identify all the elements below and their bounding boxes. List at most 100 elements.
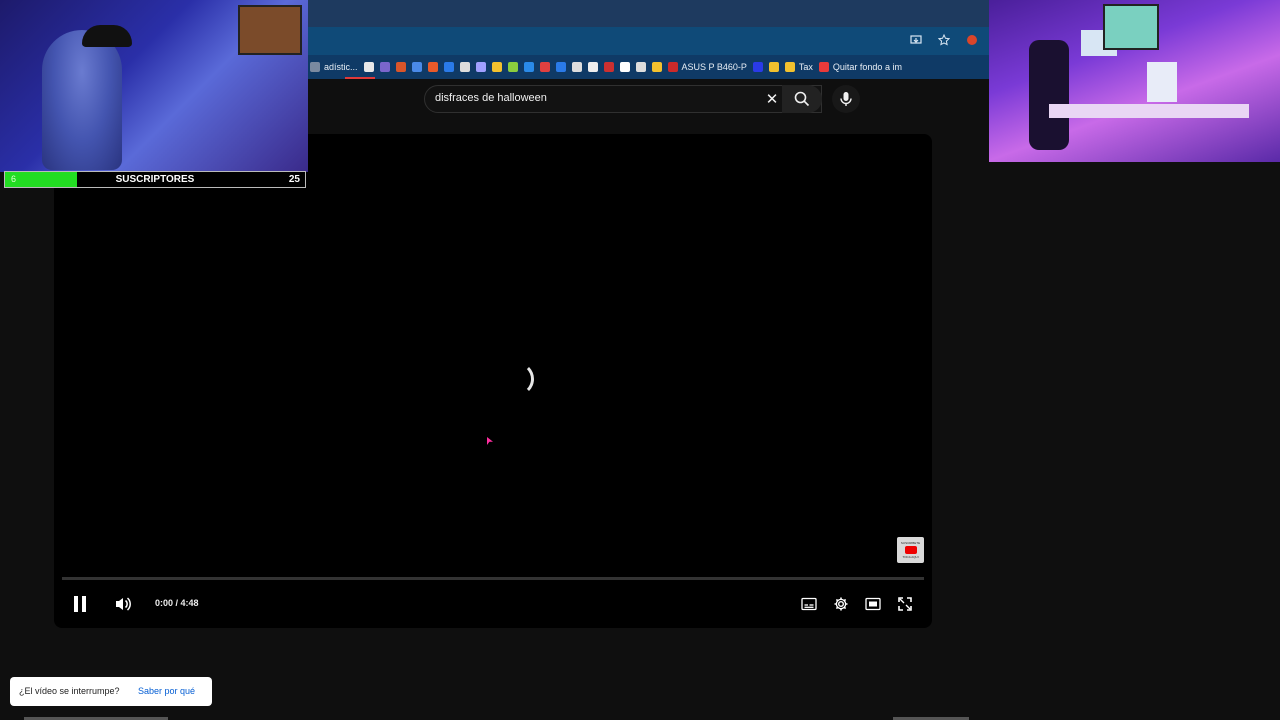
- subscribe-watermark-line1: SUSCRIBETE: [900, 541, 921, 545]
- bookmark-item[interactable]: [539, 62, 550, 72]
- bookmark-item[interactable]: [571, 62, 582, 72]
- settings-button[interactable]: [829, 592, 853, 616]
- bookmark-item[interactable]: [491, 62, 502, 72]
- webcam-screen-right: [1147, 62, 1177, 102]
- info-icon: [459, 62, 470, 72]
- github-icon: [587, 62, 598, 72]
- star-icon: [752, 62, 763, 72]
- bookmark-item[interactable]: [752, 62, 763, 72]
- pin-icon: [539, 62, 550, 72]
- bookmark-label: ASUS P B460-P: [681, 62, 747, 72]
- webcam-overlay-left: [0, 0, 308, 172]
- bookmark-item[interactable]: adístic...: [310, 62, 358, 72]
- bookmark-item[interactable]: [555, 62, 566, 72]
- google-icon: [363, 62, 374, 72]
- bookmark-item[interactable]: [587, 62, 598, 72]
- bookmark-item[interactable]: ASUS P B460-P: [667, 62, 747, 72]
- puzzle-icon: [555, 62, 566, 72]
- subtitles-button[interactable]: [797, 592, 821, 616]
- address-bar-actions: [908, 32, 980, 48]
- wave-icon: [475, 62, 486, 72]
- webcam-chair: [1029, 40, 1069, 150]
- extension-icon[interactable]: [964, 32, 980, 48]
- bookmark-item[interactable]: [651, 62, 662, 72]
- webcam-streamer: [42, 30, 122, 170]
- bookmark-item[interactable]: [395, 62, 406, 72]
- bookmark-item[interactable]: [427, 62, 438, 72]
- theater-mode-button[interactable]: [861, 592, 885, 616]
- binance-icon: [768, 62, 779, 72]
- learn-why-link[interactable]: Saber por qué: [138, 686, 195, 696]
- grid-icon: [635, 62, 646, 72]
- bookmark-item[interactable]: [379, 62, 390, 72]
- app-icon: [603, 62, 614, 72]
- theater-mode-icon: [865, 597, 881, 611]
- video-progress-bar[interactable]: [62, 577, 924, 580]
- k-icon: [523, 62, 534, 72]
- webcam-monitor: [238, 5, 302, 55]
- bookmark-item[interactable]: [443, 62, 454, 72]
- chart-icon: [395, 62, 406, 72]
- puzzle-icon: [443, 62, 454, 72]
- bookmark-label: Quitar fondo a im: [832, 62, 902, 72]
- circle-icon: [571, 62, 582, 72]
- bookmark-star-icon[interactable]: [936, 32, 952, 48]
- asus-icon: [667, 62, 678, 72]
- bookmark-item[interactable]: [475, 62, 486, 72]
- subscriber-goal-label: SUSCRIPTORES: [115, 174, 195, 185]
- screen: adístic... ASUS P B460-P Tax Quitar fondo a…: [0, 0, 1280, 720]
- player-controls: 0:00 / 4:48: [62, 590, 924, 618]
- webcam-overlay-right: [989, 0, 1280, 162]
- bookmark-item[interactable]: [363, 62, 374, 72]
- coin-icon: [491, 62, 502, 72]
- subscribe-watermark-line2: TOCA AQUI: [902, 555, 919, 559]
- bookmark-label: Tax: [798, 62, 813, 72]
- search-icon: [794, 91, 810, 107]
- bookmark-item[interactable]: [635, 62, 646, 72]
- bookmark-item[interactable]: [603, 62, 614, 72]
- playback-issue-notice: ¿El vídeo se interrumpe? Saber por qué: [10, 677, 212, 706]
- microphone-icon: [840, 92, 852, 106]
- subtitles-icon: [801, 597, 817, 611]
- loading-spinner-icon: [500, 362, 534, 396]
- leaf-icon: [507, 62, 518, 72]
- clear-search-icon[interactable]: ✕: [763, 90, 781, 108]
- pause-button[interactable]: [68, 592, 92, 616]
- youtube-logo-icon: [904, 546, 917, 554]
- voice-search-button[interactable]: [832, 85, 860, 113]
- search-button[interactable]: [782, 85, 822, 113]
- bookmark-item[interactable]: Quitar fondo a im: [818, 62, 902, 72]
- bookmark-item[interactable]: Tax: [784, 62, 813, 72]
- bookmark-label: adístic...: [324, 62, 358, 72]
- volume-button[interactable]: [111, 592, 135, 616]
- video-player[interactable]: [54, 134, 932, 628]
- bookmark-item[interactable]: [411, 62, 422, 72]
- docs-icon: [411, 62, 422, 72]
- search-input[interactable]: disfraces de halloween: [435, 92, 547, 104]
- binance-icon: [784, 62, 795, 72]
- install-app-icon[interactable]: [908, 32, 924, 48]
- fullscreen-button[interactable]: [893, 592, 917, 616]
- pause-icon: [74, 596, 86, 612]
- webcam-desk: [1049, 104, 1249, 118]
- bookmark-item[interactable]: [523, 62, 534, 72]
- app-icon: [427, 62, 438, 72]
- subscriber-goal-bar: 6 SUSCRIPTORES 25: [4, 171, 306, 188]
- fullscreen-icon: [898, 597, 912, 611]
- time-display: 0:00 / 4:48: [155, 598, 199, 608]
- d-icon: [619, 62, 630, 72]
- webcam-screen-main: [1103, 4, 1159, 50]
- bookmark-item[interactable]: [459, 62, 470, 72]
- notice-question: ¿El vídeo se interrumpe?: [19, 686, 120, 696]
- bookmark-item[interactable]: [768, 62, 779, 72]
- bookmark-item[interactable]: [619, 62, 630, 72]
- tab-indicator: [345, 77, 375, 79]
- globe-icon: [379, 62, 390, 72]
- bookmark-icon: [310, 62, 320, 72]
- bookmark-item[interactable]: [507, 62, 518, 72]
- gear-icon: [834, 597, 848, 611]
- battery-icon: [651, 62, 662, 72]
- volume-icon: [116, 597, 131, 611]
- search-box[interactable]: disfraces de halloween ✕: [424, 85, 822, 113]
- subscribe-watermark[interactable]: SUSCRIBETE TOCA AQUI: [897, 537, 924, 563]
